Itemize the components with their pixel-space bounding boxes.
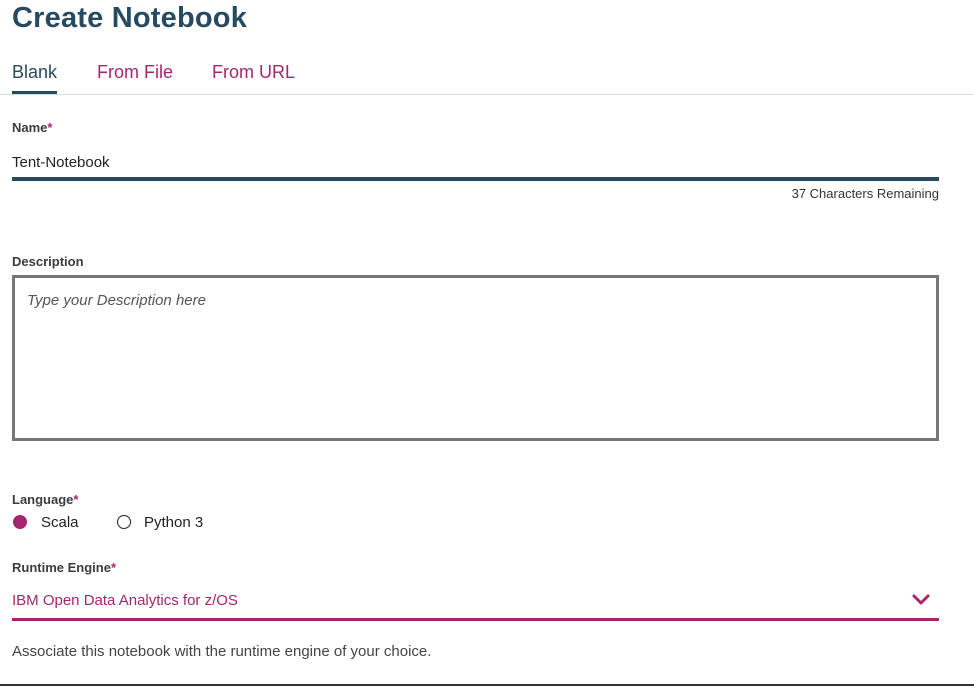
radio-scala-label[interactable]: Scala <box>41 514 79 531</box>
bottom-divider <box>0 684 974 686</box>
create-notebook-page: Create Notebook Blank From File From URL… <box>0 0 974 687</box>
name-label: Name* <box>12 120 52 135</box>
radio-python3[interactable] <box>117 515 131 529</box>
runtime-engine-value: IBM Open Data Analytics for z/OS <box>12 592 238 609</box>
runtime-required-mark: * <box>110 560 117 575</box>
tab-from-file[interactable]: From File <box>97 62 173 91</box>
source-tabs: Blank From File From URL <box>0 56 974 95</box>
tab-from-url[interactable]: From URL <box>212 62 295 91</box>
radio-python3-label[interactable]: Python 3 <box>144 514 203 531</box>
runtime-label: Runtime Engine* <box>12 560 116 575</box>
chars-remaining: 37 Characters Remaining <box>791 186 939 201</box>
page-title: Create Notebook <box>12 2 248 34</box>
description-label: Description <box>12 254 84 269</box>
runtime-engine-select[interactable]: IBM Open Data Analytics for z/OS <box>12 588 939 621</box>
language-required-mark: * <box>73 492 79 507</box>
chevron-down-icon[interactable] <box>911 592 931 608</box>
name-required-mark: * <box>47 120 53 135</box>
tab-blank[interactable]: Blank <box>12 62 58 94</box>
runtime-label-text: Runtime Engine <box>12 560 111 575</box>
language-label: Language* <box>12 492 78 507</box>
language-label-text: Language <box>12 492 74 507</box>
name-input[interactable] <box>12 147 939 181</box>
runtime-helper-text: Associate this notebook with the runtime… <box>12 643 432 660</box>
description-textarea[interactable] <box>12 275 939 441</box>
name-label-text: Name <box>12 120 48 135</box>
radio-scala[interactable] <box>13 515 27 529</box>
